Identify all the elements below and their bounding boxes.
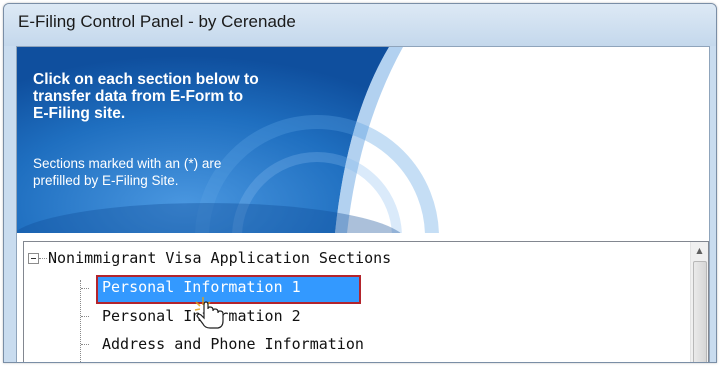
- control-panel-body: Click on each section below to transfer …: [16, 46, 710, 362]
- hand-pointer-icon: [194, 294, 228, 330]
- sections-tree[interactable]: Nonimmigrant Visa Application Sections P…: [23, 241, 709, 362]
- instructions-banner: Click on each section below to transfer …: [17, 47, 709, 233]
- window-title: E-Filing Control Panel - by Cerenade: [18, 12, 296, 31]
- prefill-note: Sections marked with an (*) are prefille…: [33, 156, 222, 188]
- banner-heading: Click on each section below to transfer …: [33, 71, 259, 122]
- tree-root-label[interactable]: Nonimmigrant Visa Application Sections: [48, 248, 391, 268]
- scroll-thumb[interactable]: [693, 261, 707, 362]
- tree-connector: [81, 344, 89, 345]
- title-bar[interactable]: E-Filing Control Panel - by Cerenade: [4, 4, 716, 46]
- tree-connector: [39, 258, 47, 259]
- app-window: E-Filing Control Panel - by Cerenade Cli…: [3, 3, 717, 363]
- tree-connector: [80, 280, 81, 362]
- minus-box-icon[interactable]: [28, 253, 39, 264]
- tree-connector: [81, 288, 89, 289]
- tree-item-address-phone[interactable]: Address and Phone Information: [102, 334, 364, 354]
- vertical-scrollbar[interactable]: ▲: [690, 242, 708, 362]
- up-arrow-icon[interactable]: ▲: [691, 242, 708, 259]
- tree-connector: [81, 316, 89, 317]
